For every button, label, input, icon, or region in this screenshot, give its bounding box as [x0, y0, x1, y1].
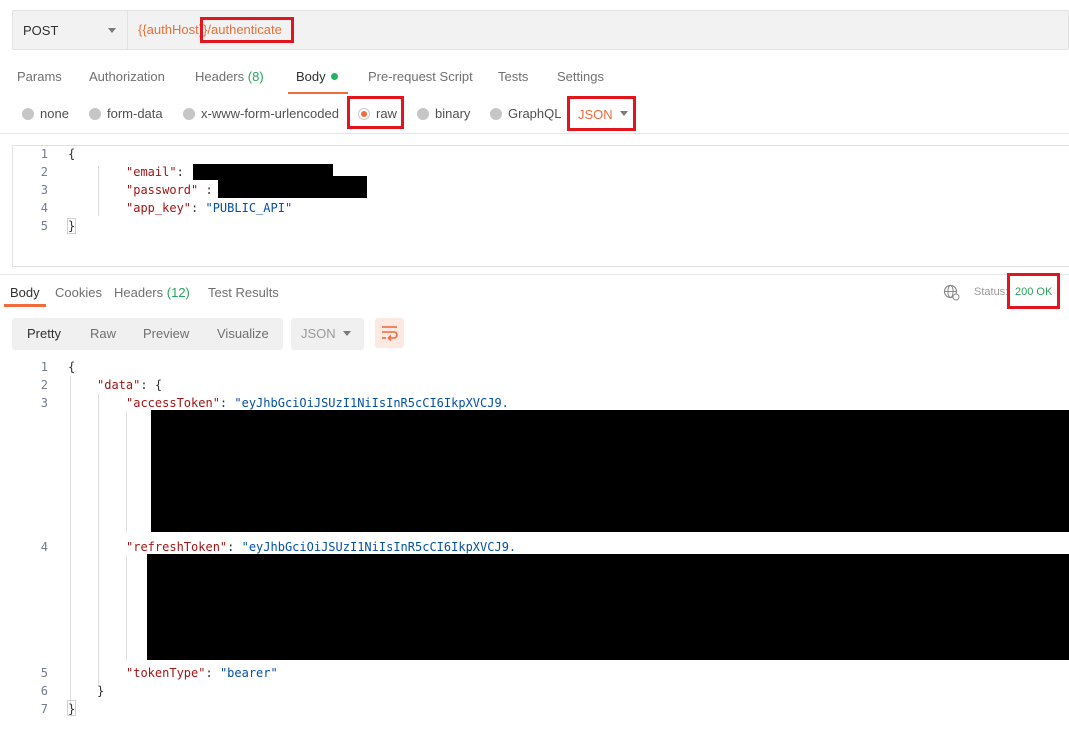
- radio-graphql-label: GraphQL: [508, 106, 562, 121]
- request-line-numbers: 1 2 3 4 5: [12, 145, 48, 235]
- data-key: "data": [97, 378, 141, 392]
- chevron-down-icon: [343, 331, 351, 336]
- app-key-value: "PUBLIC_API": [205, 201, 293, 215]
- line-number: 3: [40, 183, 48, 197]
- globe-icon[interactable]: [943, 284, 960, 301]
- radio-graphql[interactable]: GraphQL: [490, 106, 561, 121]
- line-number: 1: [40, 147, 48, 161]
- view-raw[interactable]: Raw: [90, 326, 116, 341]
- line-number: 2: [40, 378, 48, 392]
- wrap-lines-icon: [382, 326, 398, 342]
- tab-headers-count: (8): [247, 69, 264, 84]
- response-tab-cookies[interactable]: Cookies: [55, 285, 102, 300]
- body-indicator-dot: [330, 73, 338, 80]
- radio-binary[interactable]: binary: [417, 106, 470, 121]
- password-key: "password": [126, 183, 199, 197]
- radio-circle: [89, 107, 101, 120]
- response-tab-headers-label: Headers: [114, 285, 164, 300]
- bracket-match: [67, 700, 76, 716]
- line-number: 5: [40, 666, 48, 680]
- view-pretty[interactable]: Pretty: [27, 326, 61, 341]
- highlight-raw: [347, 96, 404, 129]
- chevron-down-icon: [108, 28, 116, 33]
- radio-urlencoded[interactable]: x-www-form-urlencoded: [183, 106, 339, 121]
- indent-guide: [70, 376, 71, 706]
- response-format-label: JSON: [301, 326, 336, 341]
- refresh-token-key: "refreshToken": [126, 540, 228, 554]
- redacted-refresh-token: [147, 554, 1069, 660]
- highlight-url-path: [200, 17, 294, 43]
- indent-guide: [126, 412, 127, 532]
- tab-params[interactable]: Params: [17, 69, 62, 84]
- line-number: 3: [40, 396, 48, 410]
- tab-headers[interactable]: Headers (8): [195, 69, 264, 84]
- redacted-password: [218, 176, 367, 198]
- status-label: Status:: [974, 286, 1009, 298]
- code-close-brace: }: [68, 219, 76, 233]
- data-open-brace: {: [154, 378, 163, 392]
- response-tab-body[interactable]: Body: [10, 285, 40, 300]
- divider: [0, 133, 1069, 134]
- view-visualize[interactable]: Visualize: [217, 326, 269, 341]
- radio-binary-label: binary: [435, 106, 471, 121]
- url-host: {{authHost}}: [138, 22, 208, 37]
- radio-urlencoded-label: x-www-form-urlencoded: [201, 106, 339, 121]
- indent-guide: [98, 394, 99, 684]
- active-tab-indicator: [288, 92, 348, 94]
- line-number: 2: [40, 165, 48, 179]
- token-type-value: "bearer": [219, 666, 278, 680]
- line-number: 6: [40, 684, 48, 698]
- line-number: 1: [40, 360, 48, 374]
- data-close-brace: }: [97, 684, 105, 698]
- method-label: POST: [23, 22, 59, 38]
- radio-none[interactable]: none: [22, 106, 69, 121]
- access-token-value: "eyJhbGciOiJSUzI1NiIsInR5cCI6IkpXVCJ9.: [234, 396, 509, 410]
- line-number: 4: [40, 540, 48, 554]
- tab-body-label: Body: [296, 69, 326, 84]
- tab-prerequest-script[interactable]: Pre-request Script: [368, 69, 473, 84]
- tab-headers-label: Headers: [195, 69, 245, 84]
- tab-authorization[interactable]: Authorization: [89, 69, 165, 84]
- refresh-token-value: "eyJhbGciOiJSUzI1NiIsInR5cCI6IkpXVCJ9.: [241, 540, 517, 554]
- divider: [0, 274, 1069, 275]
- radio-circle: [490, 107, 502, 120]
- tab-body[interactable]: Body: [296, 69, 338, 84]
- radio-circle: [417, 107, 429, 120]
- wrap-lines-button[interactable]: [375, 318, 404, 348]
- indent-guide: [126, 556, 127, 660]
- access-token-key: "accessToken": [126, 396, 220, 410]
- radio-form-data-label: form-data: [107, 106, 163, 121]
- highlight-json-format: [567, 96, 636, 131]
- response-tab-test-results[interactable]: Test Results: [208, 285, 279, 300]
- response-tab-headers[interactable]: Headers (12): [114, 285, 190, 300]
- response-open-brace: {: [68, 360, 76, 374]
- bracket-match: [67, 218, 76, 234]
- line-number: 5: [40, 219, 48, 233]
- tab-settings[interactable]: Settings: [557, 69, 604, 84]
- line-number: 7: [40, 702, 48, 716]
- method-select[interactable]: POST: [12, 10, 128, 50]
- token-type-key: "tokenType": [126, 666, 206, 680]
- response-tab-headers-count: (12): [166, 285, 190, 300]
- highlight-status: [1007, 273, 1060, 309]
- code-open-brace: {: [68, 147, 76, 161]
- active-response-tab-indicator: [4, 304, 46, 307]
- view-preview[interactable]: Preview: [143, 326, 189, 341]
- line-number: 4: [40, 201, 48, 215]
- radio-circle: [22, 107, 34, 120]
- email-key: "email": [126, 165, 177, 179]
- radio-circle: [183, 107, 195, 120]
- app-key-key: "app_key": [126, 201, 192, 215]
- tab-tests[interactable]: Tests: [498, 69, 528, 84]
- redacted-access-token: [151, 410, 1069, 532]
- radio-form-data[interactable]: form-data: [89, 106, 163, 121]
- radio-none-label: none: [40, 106, 69, 121]
